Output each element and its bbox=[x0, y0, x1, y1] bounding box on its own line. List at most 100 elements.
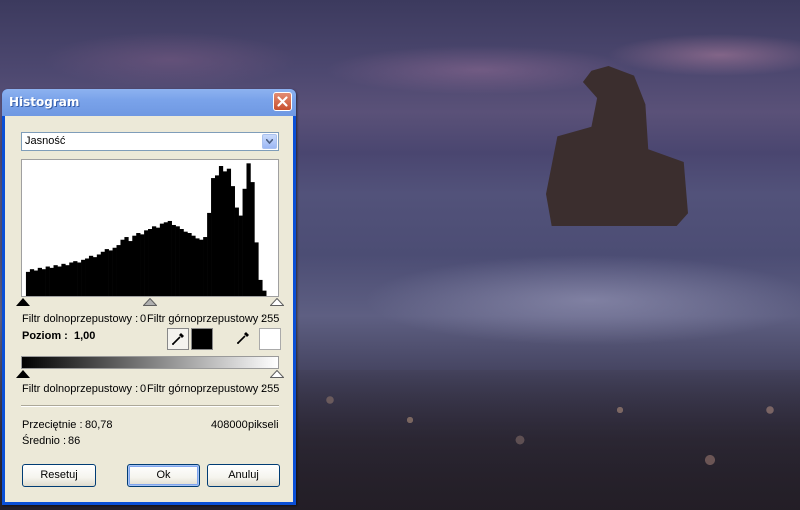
pixel-count-value: 408000 bbox=[211, 419, 248, 431]
histogram-bar bbox=[183, 231, 188, 296]
histogram-bar bbox=[49, 267, 54, 296]
histogram-bar bbox=[92, 257, 98, 296]
ok-button[interactable]: Ok bbox=[127, 464, 200, 487]
dropdown-button[interactable] bbox=[262, 134, 277, 149]
mean-value: 80,78 bbox=[85, 419, 113, 431]
input-high-filter-value: 255 bbox=[261, 313, 280, 325]
histogram-bar bbox=[116, 245, 121, 296]
histogram-bar bbox=[262, 290, 267, 296]
histogram-bar bbox=[226, 168, 232, 296]
dialog-body: Jasność Filtr dolnoprzepustowy : 0 Filtr… bbox=[5, 116, 293, 502]
histogram-bar bbox=[258, 279, 263, 296]
white-point-picker-button[interactable] bbox=[233, 328, 255, 350]
histogram-bar bbox=[100, 251, 106, 296]
reset-button[interactable]: Resetuj bbox=[22, 464, 96, 487]
histogram-bar bbox=[211, 178, 216, 296]
histogram-plot bbox=[25, 163, 267, 296]
histogram-bar bbox=[203, 237, 208, 296]
separator bbox=[21, 405, 279, 407]
input-high-filter-label: Filtr górnoprzepustowy : bbox=[147, 313, 265, 325]
histogram-bar bbox=[140, 234, 145, 296]
histogram-bar bbox=[246, 163, 251, 296]
histogram-bar bbox=[167, 220, 172, 296]
input-white-point-handle[interactable] bbox=[270, 298, 284, 306]
histogram-bar bbox=[195, 238, 200, 296]
histogram-bar bbox=[37, 267, 42, 296]
sea-rock bbox=[546, 66, 688, 226]
histogram-bar bbox=[242, 188, 247, 296]
histogram-bar bbox=[128, 241, 133, 296]
histogram-bar bbox=[53, 265, 58, 296]
black-point-picker-button[interactable] bbox=[167, 328, 189, 350]
cancel-button[interactable]: Anuluj bbox=[207, 464, 280, 487]
gamma-label: Poziom : bbox=[22, 330, 68, 342]
histogram-bar bbox=[254, 242, 259, 296]
input-gamma-handle[interactable] bbox=[143, 298, 157, 306]
histogram-bar bbox=[108, 250, 113, 296]
median-value: 86 bbox=[68, 435, 81, 447]
output-low-filter-label: Filtr dolnoprzepustowy : bbox=[22, 383, 139, 395]
histogram-bar bbox=[96, 254, 102, 296]
pixel-count-unit: pikseli bbox=[248, 419, 279, 431]
input-low-filter-value: 0 bbox=[140, 313, 147, 325]
histogram-bar bbox=[104, 249, 109, 296]
chevron-down-icon bbox=[266, 139, 273, 144]
output-high-filter-value: 255 bbox=[261, 383, 280, 395]
histogram-bar bbox=[25, 271, 31, 296]
histogram-bar bbox=[81, 259, 86, 296]
sea-haze bbox=[290, 230, 800, 380]
histogram-bar bbox=[159, 223, 165, 296]
eyedropper-icon bbox=[237, 332, 249, 344]
gamma-value: 1,00 bbox=[74, 330, 96, 342]
output-white-handle[interactable] bbox=[270, 370, 284, 378]
title-bar[interactable]: Histogram bbox=[2, 89, 296, 116]
white-point-swatch bbox=[259, 328, 281, 350]
histogram-bar bbox=[250, 182, 255, 296]
histogram-bar bbox=[155, 227, 161, 296]
histogram-bar bbox=[61, 263, 66, 296]
window-title: Histogram bbox=[9, 95, 80, 109]
histogram-bar bbox=[230, 186, 235, 296]
histogram-bar bbox=[175, 226, 180, 296]
input-black-point-handle[interactable] bbox=[16, 298, 30, 306]
output-low-filter-value: 0 bbox=[140, 383, 147, 395]
output-gradient-bar bbox=[21, 356, 279, 369]
close-button[interactable] bbox=[273, 92, 292, 111]
histogram-graph bbox=[21, 159, 279, 297]
histogram-bar bbox=[234, 207, 239, 296]
channel-select[interactable]: Jasność bbox=[21, 132, 279, 151]
input-low-filter-label: Filtr dolnoprzepustowy : bbox=[22, 313, 139, 325]
histogram-bar bbox=[171, 224, 176, 296]
histogram-bar bbox=[151, 226, 157, 296]
histogram-bar bbox=[112, 247, 117, 296]
histogram-bar bbox=[222, 171, 228, 296]
histogram-bar bbox=[199, 239, 204, 296]
histogram-bar bbox=[214, 175, 220, 296]
rocky-beach bbox=[290, 370, 800, 510]
histogram-bar bbox=[88, 255, 94, 296]
histogram-bar bbox=[191, 235, 196, 296]
close-icon bbox=[277, 96, 288, 107]
output-black-handle[interactable] bbox=[16, 370, 30, 378]
histogram-bar bbox=[57, 266, 62, 296]
eyedropper-icon bbox=[172, 333, 184, 345]
histogram-bar bbox=[207, 212, 212, 296]
median-label: Średnio : bbox=[22, 435, 67, 447]
histogram-bar bbox=[179, 229, 184, 296]
histogram-bar bbox=[144, 230, 149, 296]
histogram-bar bbox=[77, 262, 82, 296]
histogram-bar bbox=[73, 261, 78, 296]
histogram-bar bbox=[136, 233, 141, 296]
histogram-bar bbox=[124, 237, 129, 296]
histogram-bar bbox=[163, 222, 169, 296]
histogram-bar bbox=[85, 258, 90, 296]
histogram-bar bbox=[45, 266, 50, 296]
histogram-bar bbox=[120, 239, 125, 296]
histogram-bar bbox=[148, 229, 153, 296]
histogram-bar bbox=[41, 269, 46, 296]
histogram-bar bbox=[29, 269, 35, 296]
output-high-filter-label: Filtr górnoprzepustowy : bbox=[147, 383, 265, 395]
mean-label: Przeciętnie : bbox=[22, 419, 83, 431]
channel-select-value: Jasność bbox=[25, 135, 66, 147]
histogram-bar bbox=[238, 215, 243, 296]
